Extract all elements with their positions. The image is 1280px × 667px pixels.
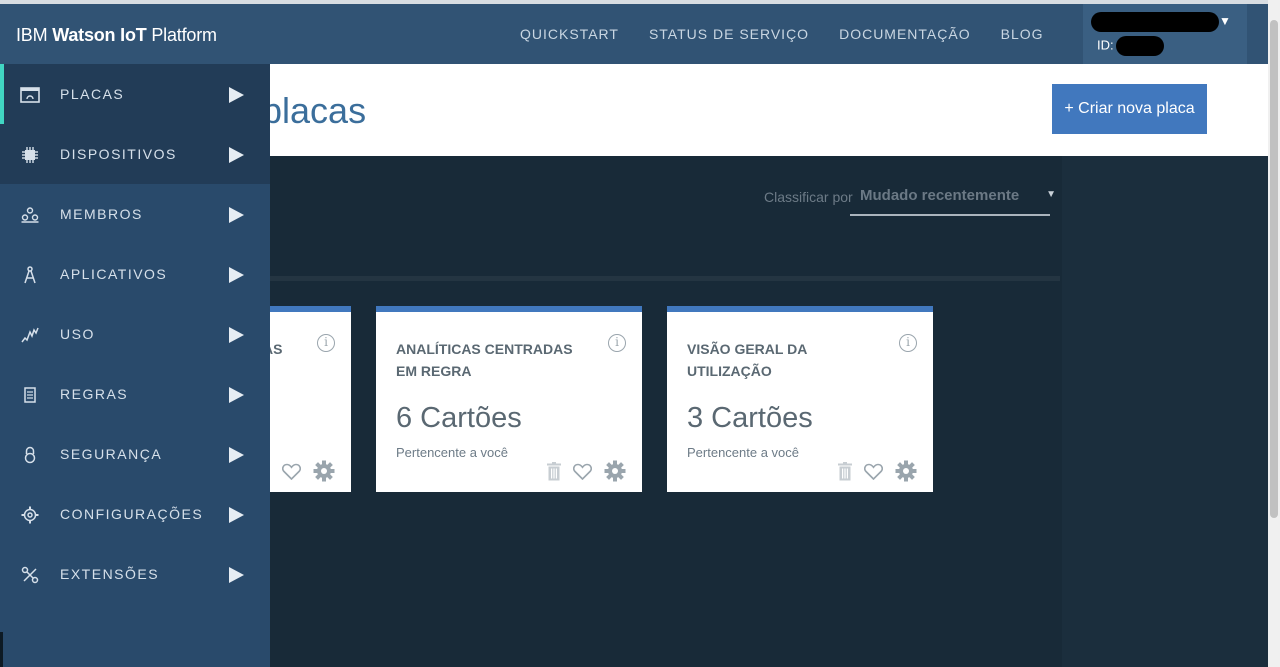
sidebar-item-label: MEMBROS	[60, 206, 143, 222]
board-card[interactable]: VISÃO GERAL DA UTILIZAÇÃO i 3 Cartões Pe…	[667, 306, 933, 492]
expand-arrow-icon[interactable]	[229, 447, 244, 463]
board-card[interactable]: ANALÍTICAS CENTRADAS EM REGRA i 6 Cartõe…	[376, 306, 642, 492]
board-card-actions	[270, 460, 335, 482]
sidebar-item-label: CONFIGURAÇÕES	[60, 506, 204, 522]
info-icon[interactable]: i	[899, 334, 917, 352]
top-nav-links: QUICKSTART STATUS DE SERVIÇO DOCUMENTAÇÃ…	[520, 26, 1074, 42]
brand-suffix: Platform	[151, 25, 217, 45]
account-menu[interactable]: ▼ ID:	[1083, 4, 1247, 64]
nav-blog[interactable]: BLOG	[1001, 26, 1044, 42]
active-indicator	[0, 64, 4, 124]
sidebar-item-aplicativos[interactable]: APLICATIVOS	[0, 244, 270, 304]
sort-dropdown[interactable]: Mudado recentemente ▼	[850, 184, 1056, 216]
expand-arrow-icon[interactable]	[229, 507, 244, 523]
expand-arrow-icon[interactable]	[229, 387, 244, 403]
sidebar-item-placas[interactable]: PLACAS	[0, 64, 270, 124]
chevron-down-icon: ▼	[1046, 189, 1056, 200]
sidebar-item-label: REGRAS	[60, 386, 129, 402]
lock-icon	[20, 446, 40, 464]
expand-arrow-icon[interactable]	[229, 267, 244, 283]
chevron-down-icon[interactable]: ▼	[1219, 14, 1231, 28]
account-name-redacted	[1091, 12, 1219, 32]
sidebar-item-label: APLICATIVOS	[60, 266, 168, 282]
sidebar-item-label: EXTENSÕES	[60, 566, 160, 582]
heart-icon[interactable]	[573, 463, 592, 480]
brand-bold: Watson IoT	[52, 25, 147, 45]
right-gutter	[1062, 156, 1268, 667]
account-id-label: ID:	[1097, 37, 1114, 53]
sidebar-item-dispositivos[interactable]: DISPOSITIVOS	[0, 124, 270, 184]
gear-icon[interactable]	[604, 460, 626, 482]
sidebar-item-seguranca[interactable]: SEGURANÇA	[0, 424, 270, 484]
sidebar-item-membros[interactable]: MEMBROS	[0, 184, 270, 244]
page-title: placas	[262, 90, 367, 131]
trash-icon[interactable]	[838, 461, 852, 481]
sidebar-item-label: PLACAS	[60, 86, 125, 102]
board-card-actions	[826, 460, 917, 482]
board-card-owner: Pertencente a você	[396, 445, 509, 460]
gear-icon[interactable]	[313, 460, 335, 482]
side-navigation-menu: PLACAS DISPOSITIVOS MEMBROS APLICATIVOS …	[0, 64, 270, 667]
board-card-count: 3 Cartões	[687, 402, 813, 434]
nav-status-servico[interactable]: STATUS DE SERVIÇO	[649, 26, 809, 42]
nav-quickstart[interactable]: QUICKSTART	[520, 26, 619, 42]
sidebar-item-label: USO	[60, 326, 95, 342]
info-icon[interactable]: i	[608, 334, 626, 352]
window-edge	[0, 632, 3, 667]
sidebar-item-uso[interactable]: USO	[0, 304, 270, 364]
sidebar-item-configuracoes[interactable]: CONFIGURAÇÕES	[0, 484, 270, 544]
gear-icon[interactable]	[895, 460, 917, 482]
board-card-owner: Pertencente a você	[687, 445, 800, 460]
extensions-icon	[20, 566, 40, 584]
rules-document-icon	[20, 386, 40, 404]
heart-icon[interactable]	[282, 463, 301, 480]
expand-arrow-icon[interactable]	[229, 327, 244, 343]
expand-arrow-icon[interactable]	[229, 207, 244, 223]
gear-icon	[20, 506, 40, 524]
board-icon	[20, 86, 40, 104]
scrollbar-thumb[interactable]	[1270, 20, 1278, 518]
create-board-button[interactable]: + Criar nova placa	[1052, 84, 1207, 134]
vertical-scrollbar[interactable]	[1268, 0, 1280, 667]
nav-documentacao[interactable]: DOCUMENTAÇÃO	[839, 26, 971, 42]
board-card-title: ANALÍTICAS CENTRADAS EM REGRA	[396, 341, 573, 379]
board-card-title: VISÃO GERAL DA UTILIZAÇÃO	[687, 341, 807, 379]
usage-chart-icon	[20, 326, 40, 344]
chip-icon	[20, 146, 40, 164]
compass-icon	[20, 266, 40, 284]
sidebar-item-label: DISPOSITIVOS	[60, 146, 177, 162]
trash-icon[interactable]	[547, 461, 561, 481]
sort-selected-value: Mudado recentemente	[860, 187, 1020, 204]
sort-label: Classificar por	[764, 189, 853, 205]
expand-arrow-icon[interactable]	[229, 87, 244, 103]
expand-arrow-icon[interactable]	[229, 147, 244, 163]
sidebar-item-label: SEGURANÇA	[60, 446, 163, 462]
expand-arrow-icon[interactable]	[229, 567, 244, 583]
sidebar-item-extensoes[interactable]: EXTENSÕES	[0, 544, 270, 604]
brand-prefix: IBM	[16, 25, 48, 45]
members-icon	[20, 206, 40, 224]
board-card-count: 6 Cartões	[396, 402, 522, 434]
board-card-actions	[535, 460, 626, 482]
heart-icon[interactable]	[864, 463, 883, 480]
account-id: ID:	[1097, 36, 1164, 56]
top-navigation-bar: IBM Watson IoT Platform QUICKSTART STATU…	[0, 0, 1268, 64]
sidebar-item-regras[interactable]: REGRAS	[0, 364, 270, 424]
account-id-redacted	[1115, 36, 1164, 56]
brand-logo[interactable]: IBM Watson IoT Platform	[16, 25, 217, 46]
info-icon[interactable]: i	[317, 334, 335, 352]
